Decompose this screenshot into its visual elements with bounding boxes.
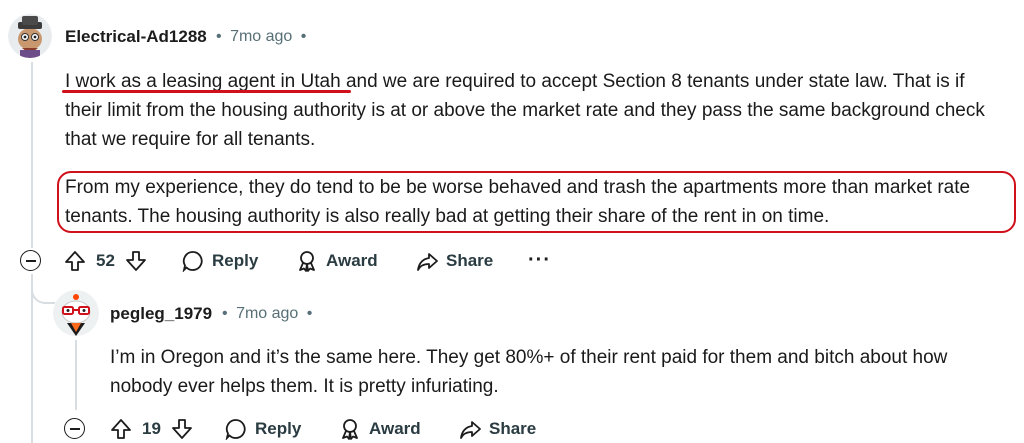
reply-button[interactable]: Reply [182, 250, 258, 272]
comment-bubble-icon [225, 418, 247, 440]
reply-label: Reply [212, 251, 259, 270]
share-icon [416, 250, 438, 272]
award-button[interactable]: Award [296, 250, 378, 272]
avatar-snoo-icon [8, 14, 52, 58]
award-label: Award [326, 251, 378, 270]
downvote-icon[interactable] [125, 250, 147, 272]
comment-meta: • 7mo ago • [222, 305, 312, 323]
thread-line [31, 62, 33, 248]
vote-group: 52 [64, 250, 147, 272]
share-icon [459, 418, 481, 440]
avatar-snoo-icon [53, 290, 99, 336]
highlighted-phrase: I work as a leasing agent in Utah [65, 71, 341, 92]
vote-count: 19 [142, 419, 161, 438]
comment-bubble-icon [182, 250, 204, 272]
upvote-icon[interactable] [64, 250, 86, 272]
collapse-button[interactable] [64, 418, 85, 439]
share-button[interactable]: Share [459, 418, 536, 440]
vote-count: 52 [96, 251, 115, 270]
comment-paragraph: From my experience, they do tend to be b… [65, 177, 971, 227]
comment-paragraph: I’m in Oregon and it’s the same here. Th… [110, 347, 948, 397]
collapse-button[interactable] [20, 250, 41, 271]
share-button[interactable]: Share [416, 250, 493, 272]
award-icon [339, 418, 361, 440]
vote-group: 19 [110, 418, 193, 440]
comment-meta: • 7mo ago • [216, 28, 306, 46]
reply-label: Reply [255, 419, 302, 438]
award-icon [296, 250, 318, 272]
minus-icon [25, 259, 36, 262]
more-options-button[interactable]: ··· [528, 249, 551, 272]
thread-line [75, 340, 77, 410]
comment-username[interactable]: Electrical-Ad1288 [65, 27, 207, 47]
upvote-icon[interactable] [110, 418, 132, 440]
dot-separator: • [306, 305, 313, 322]
share-label: Share [446, 251, 494, 270]
downvote-icon[interactable] [171, 418, 193, 440]
highlight-underline [62, 90, 351, 93]
comment-time: 7mo ago [236, 305, 299, 322]
avatar[interactable] [8, 14, 52, 58]
dot-separator: • [222, 305, 228, 322]
dot-separator: • [300, 28, 307, 45]
dot-separator: • [216, 28, 222, 45]
comment-username[interactable]: pegleg_1979 [110, 304, 212, 324]
comment-time: 7mo ago [230, 28, 293, 45]
minus-icon [69, 427, 80, 430]
award-button[interactable]: Award [339, 418, 421, 440]
share-label: Share [489, 419, 537, 438]
reply-button[interactable]: Reply [225, 418, 301, 440]
avatar[interactable] [53, 290, 99, 336]
thread-branch [31, 280, 55, 304]
thread-line [31, 274, 33, 443]
award-label: Award [369, 419, 421, 438]
comment-paragraph: I work as a leasing agent in Utah and we… [65, 67, 1000, 154]
